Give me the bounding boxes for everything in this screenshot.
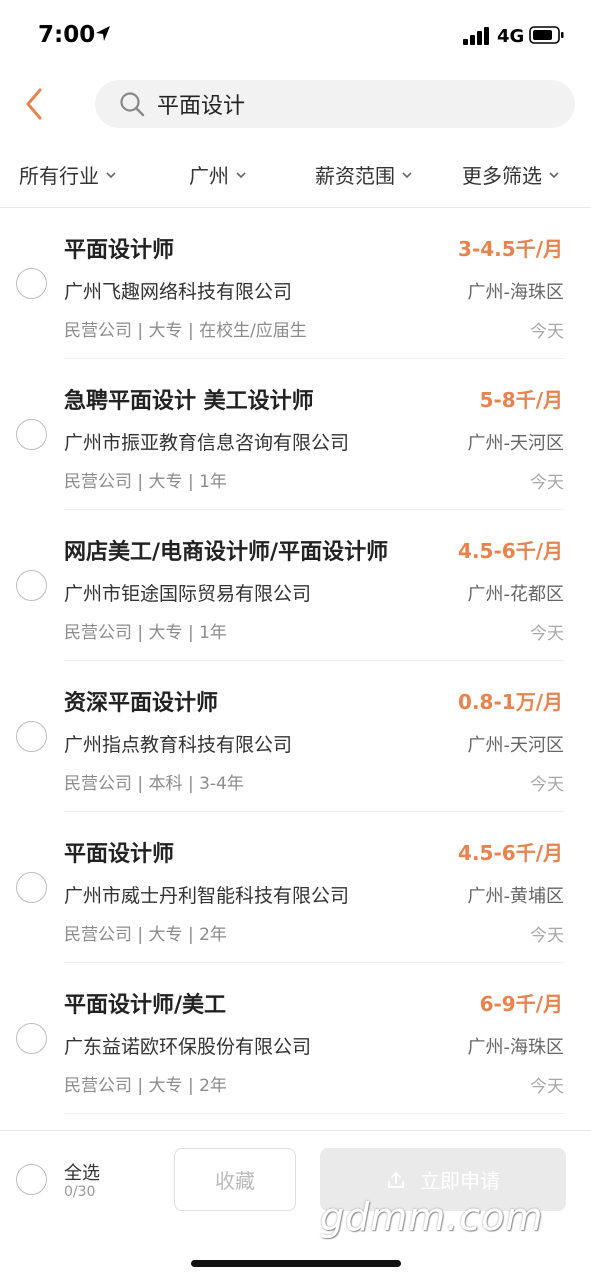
watermark: gdmm.com — [320, 1195, 544, 1239]
job-select-checkbox[interactable] — [16, 1023, 47, 1054]
search-bar[interactable] — [95, 80, 575, 128]
job-title: 平面设计师/美工 — [64, 993, 227, 1018]
filter-label: 更多筛选 — [462, 164, 542, 188]
job-date: 今天 — [530, 473, 564, 493]
status-time: 7:00 — [38, 22, 96, 48]
job-title: 网店美工/电商设计师/平面设计师 — [64, 540, 389, 565]
job-list-item[interactable]: 平面设计师 4.5-6千/月 广州市威士丹利智能科技有限公司 广州-黄埔区 民营… — [0, 812, 591, 963]
job-tags: 民营公司 | 本科 | 3-4年 — [64, 774, 244, 794]
job-area: 广州-花都区 — [467, 584, 565, 605]
job-salary: 5-8千/月 — [479, 388, 563, 412]
home-indicator[interactable] — [191, 1260, 401, 1267]
divider — [64, 1113, 564, 1114]
job-area: 广州-天河区 — [467, 735, 565, 756]
bottom-action-bar: 全选 0/30 收藏 立即申请 gdmm.com — [0, 1130, 591, 1280]
job-select-checkbox[interactable] — [16, 872, 47, 903]
job-list-item[interactable]: 网店美工/电商设计师/平面设计师 4.5-6千/月 广州市钜途国际贸易有限公司 … — [0, 510, 591, 661]
filter-industry[interactable]: 所有行业 — [19, 160, 117, 189]
job-company: 广州指点教育科技有限公司 — [64, 734, 293, 756]
select-all-label[interactable]: 全选 — [64, 1159, 100, 1185]
favorite-button-label: 收藏 — [215, 1169, 255, 1193]
selected-count: 0/30 — [64, 1184, 96, 1200]
back-button[interactable] — [14, 82, 54, 126]
job-list-item[interactable]: 资深平面设计师 0.8-1万/月 广州指点教育科技有限公司 广州-天河区 民营公… — [0, 661, 591, 812]
job-search-results-screen: 7:00 4G 平面设计 所有行业 广州 薪资范围 更多筛选 平面设计师 3-4… — [0, 0, 591, 1280]
filter-more[interactable]: 更多筛选 — [462, 160, 560, 189]
network-label: 4G — [497, 26, 525, 47]
signal-icon — [463, 27, 493, 45]
job-title: 急聘平面设计 美工设计师 — [64, 389, 314, 414]
job-company: 广州飞趣网络科技有限公司 — [64, 281, 293, 303]
apply-button-label: 立即申请 — [420, 1169, 500, 1193]
job-salary: 3-4.5千/月 — [458, 237, 563, 261]
job-title: 平面设计师 — [64, 842, 175, 867]
select-all-checkbox[interactable] — [16, 1164, 47, 1195]
location-arrow-icon — [94, 24, 112, 44]
job-area: 广州-黄埔区 — [467, 886, 565, 907]
job-company: 广东益诺欧环保股份有限公司 — [64, 1036, 312, 1058]
job-tags: 民营公司 | 大专 | 1年 — [64, 623, 227, 643]
chevron-down-icon — [548, 170, 560, 180]
job-salary: 0.8-1万/月 — [458, 690, 563, 714]
job-list-item[interactable]: 平面设计师 3-4.5千/月 广州飞趣网络科技有限公司 广州-海珠区 民营公司 … — [0, 208, 591, 359]
job-date: 今天 — [530, 624, 564, 644]
filter-label: 薪资范围 — [315, 164, 395, 188]
chevron-down-icon — [401, 170, 413, 180]
search-icon — [119, 91, 145, 117]
job-date: 今天 — [530, 775, 564, 795]
job-select-checkbox[interactable] — [16, 570, 47, 601]
back-chevron-icon — [26, 88, 42, 120]
filter-city[interactable]: 广州 — [189, 160, 247, 189]
job-tags: 民营公司 | 大专 | 在校生/应届生 — [64, 321, 307, 341]
filter-label: 所有行业 — [19, 164, 99, 188]
job-list-item[interactable]: 急聘平面设计 美工设计师 5-8千/月 广州市振亚教育信息咨询有限公司 广州-天… — [0, 359, 591, 510]
job-select-checkbox[interactable] — [16, 268, 47, 299]
job-company: 广州市钜途国际贸易有限公司 — [64, 583, 312, 605]
filter-salary[interactable]: 薪资范围 — [315, 160, 413, 189]
job-date: 今天 — [530, 322, 564, 342]
job-area: 广州-海珠区 — [467, 282, 565, 303]
job-list-item[interactable]: 平面设计师/美工 6-9千/月 广东益诺欧环保股份有限公司 广州-海珠区 民营公… — [0, 963, 591, 1114]
job-date: 今天 — [530, 926, 564, 946]
job-list: 平面设计师 3-4.5千/月 广州飞趣网络科技有限公司 广州-海珠区 民营公司 … — [0, 208, 591, 1114]
filter-label: 广州 — [189, 164, 229, 188]
job-date: 今天 — [530, 1077, 564, 1097]
search-input[interactable] — [157, 91, 537, 117]
job-tags: 民营公司 | 大专 | 2年 — [64, 925, 227, 945]
chevron-down-icon — [105, 170, 117, 180]
job-company: 广州市振亚教育信息咨询有限公司 — [64, 432, 350, 454]
job-select-checkbox[interactable] — [16, 419, 47, 450]
status-bar: 7:00 4G — [0, 0, 591, 72]
chevron-down-icon — [235, 170, 247, 180]
job-area: 广州-海珠区 — [467, 1037, 565, 1058]
job-salary: 4.5-6千/月 — [458, 539, 563, 563]
upload-icon — [386, 1170, 406, 1190]
job-company: 广州市威士丹利智能科技有限公司 — [64, 885, 350, 907]
favorite-button[interactable]: 收藏 — [174, 1148, 296, 1211]
filter-bar: 所有行业 广州 薪资范围 更多筛选 — [0, 146, 591, 208]
job-salary: 4.5-6千/月 — [458, 841, 563, 865]
job-area: 广州-天河区 — [467, 433, 565, 454]
job-tags: 民营公司 | 大专 | 2年 — [64, 1076, 227, 1096]
job-tags: 民营公司 | 大专 | 1年 — [64, 472, 227, 492]
job-title: 资深平面设计师 — [64, 691, 219, 716]
job-salary: 6-9千/月 — [479, 992, 563, 1016]
job-title: 平面设计师 — [64, 238, 175, 263]
battery-icon — [529, 26, 564, 44]
job-select-checkbox[interactable] — [16, 721, 47, 752]
